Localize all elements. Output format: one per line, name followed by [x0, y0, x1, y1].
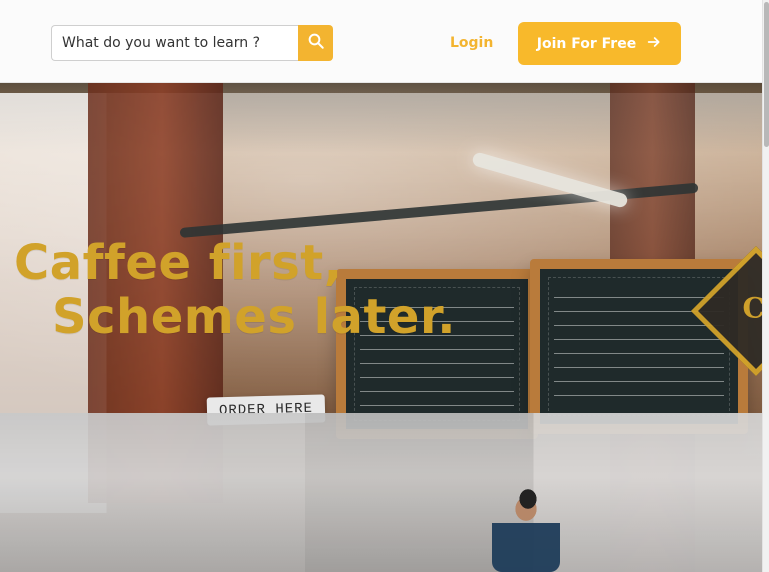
- vertical-scrollbar[interactable]: [762, 0, 769, 572]
- arrow-right-icon: [646, 34, 662, 54]
- join-for-free-button[interactable]: Join For Free: [518, 22, 681, 65]
- scrollbar-thumb[interactable]: [764, 2, 769, 147]
- menu-board-lines: [360, 297, 514, 413]
- search-input[interactable]: [51, 25, 298, 61]
- login-link[interactable]: Login: [450, 35, 493, 51]
- hero-section: ORDER HERE Caffee first, Schemes later. …: [0, 83, 762, 572]
- search-button[interactable]: [298, 25, 333, 61]
- hero-diamond-letter: C: [742, 291, 762, 325]
- page: Login Join For Free ORDER HERE: [0, 0, 769, 572]
- top-header: Login Join For Free: [0, 0, 762, 83]
- hero-counter: [0, 413, 762, 572]
- search-icon: [307, 32, 325, 54]
- join-label: Join For Free: [536, 35, 637, 52]
- search-bar: [51, 25, 333, 61]
- hero-person: [492, 479, 560, 572]
